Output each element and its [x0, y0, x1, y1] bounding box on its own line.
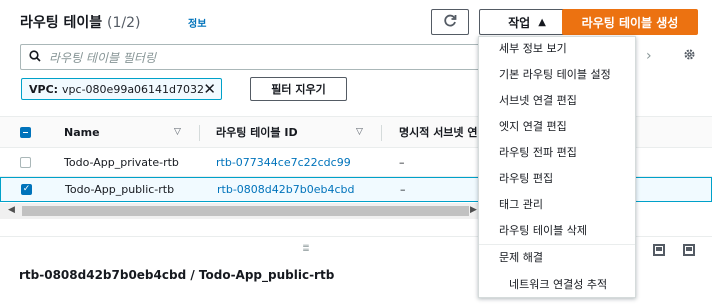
scroll-left-icon[interactable]: ◀ — [8, 205, 15, 215]
scroll-right-icon[interactable]: ▶ — [470, 205, 477, 215]
filter-token: VPC: vpc-080e99a06141d7032 ✕ — [21, 78, 222, 100]
menu-item-edit-routes[interactable]: 라우팅 편집 — [499, 170, 553, 186]
panel-bottom-icon[interactable] — [653, 244, 665, 256]
clear-filters-button[interactable]: 필터 지우기 — [250, 77, 347, 101]
refresh-button[interactable] — [431, 9, 469, 35]
sort-down-icon[interactable]: ▽ — [356, 127, 363, 137]
filter-key: VPC: — [29, 82, 59, 96]
row-name: Todo-App_private-rtb — [64, 155, 179, 169]
scrollbar-thumb[interactable] — [22, 206, 469, 216]
menu-item-view-details[interactable]: 세부 정보 보기 — [499, 40, 567, 56]
info-link[interactable]: 정보 — [188, 15, 206, 30]
close-icon[interactable]: ✕ — [203, 80, 216, 98]
column-header-explicit-subnet[interactable]: 명시적 서브넷 연결 — [399, 124, 488, 140]
refresh-icon — [443, 14, 457, 31]
menu-item-edit-edge[interactable]: 엣지 연결 편집 — [499, 118, 567, 134]
select-all-checkbox[interactable] — [20, 126, 31, 138]
page-title: 라우팅 테이블 (1/2) — [20, 12, 141, 32]
chevron-right-icon[interactable]: › — [646, 48, 652, 64]
search-icon — [29, 49, 41, 65]
menu-group-troubleshoot: 문제 해결 — [499, 251, 543, 264]
menu-divider — [479, 244, 635, 245]
search-input[interactable]: 라우팅 테이블 필터링 — [20, 44, 480, 70]
create-route-table-button[interactable]: 라우팅 테이블 생성 — [562, 9, 698, 35]
selection-count: (1/2) — [107, 15, 141, 31]
page-title-text: 라우팅 테이블 — [20, 15, 103, 31]
menu-item-edit-propagation[interactable]: 라우팅 전파 편집 — [499, 144, 577, 160]
actions-label: 작업 — [508, 15, 531, 30]
menu-item-edit-subnet[interactable]: 서브넷 연결 편집 — [499, 92, 577, 108]
row-explicit-subnet: – — [400, 183, 406, 196]
filter-value: vpc-080e99a06141d7032 — [62, 82, 205, 96]
drag-handle-icon[interactable]: ═ ═ — [300, 243, 312, 256]
column-header-id[interactable]: 라우팅 테이블 ID — [216, 124, 298, 140]
menu-item-delete[interactable]: 라우팅 테이블 삭제 — [499, 222, 587, 238]
actions-button[interactable]: 작업 ▲ — [479, 9, 575, 35]
caret-up-icon: ▲ — [538, 16, 546, 28]
row-name: Todo-App_public-rtb — [65, 183, 175, 196]
sort-down-icon[interactable]: ▽ — [174, 127, 181, 137]
menu-item-manage-tags[interactable]: 태그 관리 — [499, 196, 543, 212]
column-header-name[interactable]: Name — [64, 126, 100, 139]
row-id-link[interactable]: rtb-077344ce7c22cdc99 — [216, 156, 351, 169]
row-checkbox[interactable]: ✓ — [21, 184, 32, 195]
menu-item-set-main[interactable]: 기본 라우팅 테이블 설정 — [499, 66, 611, 82]
detail-title: rtb-0808d42b7b0eb4cbd / Todo-App_public-… — [19, 268, 335, 282]
menu-item-reachability[interactable]: 네트워크 연결성 추적 — [509, 276, 607, 292]
row-explicit-subnet: – — [399, 155, 405, 169]
actions-menu: 세부 정보 보기 기본 라우팅 테이블 설정 서브넷 연결 편집 엣지 연결 편… — [478, 36, 636, 298]
gear-icon[interactable] — [683, 48, 696, 65]
search-placeholder: 라우팅 테이블 필터링 — [49, 50, 156, 65]
row-id-link[interactable]: rtb-0808d42b7b0eb4cbd — [217, 183, 354, 196]
row-checkbox[interactable] — [20, 156, 31, 168]
panel-side-icon[interactable] — [683, 244, 695, 256]
horizontal-scrollbar[interactable]: ◀ ▶ — [0, 203, 480, 219]
